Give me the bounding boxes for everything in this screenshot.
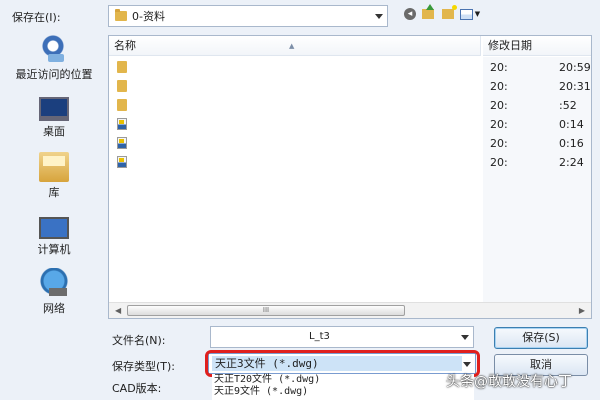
place-library[interactable]: 库 [4,152,104,200]
filetype-label: 保存类型(T): [112,360,176,373]
library-icon [39,152,69,182]
chevron-down-icon[interactable] [461,335,469,340]
place-desktop[interactable]: 桌面 [4,93,104,139]
view-menu-button[interactable]: ▼ [458,6,482,22]
file-date-end: 2:24 [559,156,584,169]
scroll-right-icon[interactable]: ▶ [579,306,585,315]
save-button[interactable]: 保存(S) [494,327,588,349]
up-folder-icon [422,4,434,19]
file-row[interactable]: 20: 0:14 [109,115,591,135]
file-list[interactable]: 名称 ▲ 修改日期 20: 20:59 20: 20:31 20: :52 20… [108,35,592,319]
file-date-start: 20: [490,80,508,93]
scrollbar-grip: III [262,306,270,314]
file-date-start: 20: [490,99,508,112]
file-row[interactable]: 20: 2:24 [109,153,591,173]
new-folder-icon [442,5,457,19]
dwg-file-icon [117,137,127,149]
file-date-end: :52 [559,99,577,112]
save-in-label: 保存在(I): [12,11,61,24]
file-date-end: 20:59 [559,61,591,74]
places-bar: 最近访问的位置 桌面 库 计算机 网络 [0,30,106,320]
place-network[interactable]: 网络 [4,268,104,316]
place-computer[interactable]: 计算机 [4,211,104,257]
file-date-start: 20: [490,137,508,150]
save-in-value: 0-资料 [132,10,165,23]
folder-icon [115,9,127,21]
place-label: 计算机 [37,243,71,256]
file-row[interactable]: 20: :52 [109,96,591,116]
folder-icon [117,80,127,92]
desktop-icon [39,97,69,121]
file-date-start: 20: [490,61,508,74]
column-header-date-label: 修改日期 [488,39,532,52]
horizontal-scrollbar[interactable]: ◀ III ▶ [109,302,591,318]
file-date-end: 20:31 [559,80,591,93]
filename-label: 文件名(N): [112,334,166,347]
recent-places-icon [39,34,69,64]
file-row[interactable]: 20: 0:16 [109,134,591,154]
place-label: 桌面 [43,125,65,138]
column-header-name-label: 名称 [114,39,136,52]
dwg-file-icon [117,156,127,168]
computer-icon [39,217,69,239]
dropdown-arrow-icon: ▼ [474,10,481,18]
filename-value: L_t3 [309,331,330,342]
column-header-name[interactable]: 名称 ▲ [109,36,481,56]
watermark: 头条@敢敢没有心丁 [446,374,572,390]
file-date-end: 0:14 [559,118,584,131]
place-label: 网络 [43,302,65,315]
sort-up-icon: ▲ [289,42,295,50]
filename-input[interactable]: L_t3 [210,326,474,348]
cad-version-label: CAD版本: [112,382,162,395]
network-icon [39,268,69,298]
file-date-end: 0:16 [559,137,584,150]
filetype-dropdown-list: 天正T20文件 (*.dwg) 天正9文件 (*.dwg) [212,374,474,400]
place-label: 库 [48,186,60,199]
back-icon: ◂ [404,8,416,20]
dwg-file-icon [117,118,127,130]
folder-icon [117,99,127,111]
file-row[interactable]: 20: 20:59 [109,58,591,78]
view-icon [459,8,473,20]
folder-icon [117,61,127,73]
dropdown-option[interactable]: 天正T20文件 (*.dwg) [212,374,474,386]
column-header-date[interactable]: 修改日期 [483,36,591,56]
scrollbar-thumb[interactable]: III [127,305,405,316]
dropdown-option[interactable]: 天正9文件 (*.dwg) [212,386,474,398]
highlight-ring [205,350,480,377]
up-folder-button[interactable] [420,4,436,22]
save-in-combo[interactable]: 0-资料 [108,5,388,27]
file-date-start: 20: [490,118,508,131]
back-button[interactable]: ◂ [402,6,418,22]
place-label: 最近访问的位置 [15,68,93,81]
file-row[interactable]: 20: 20:31 [109,77,591,97]
scroll-left-icon[interactable]: ◀ [115,306,121,315]
new-folder-button[interactable] [440,5,457,22]
place-recent[interactable]: 最近访问的位置 [4,34,104,82]
file-date-start: 20: [490,156,508,169]
chevron-down-icon[interactable] [375,14,383,19]
